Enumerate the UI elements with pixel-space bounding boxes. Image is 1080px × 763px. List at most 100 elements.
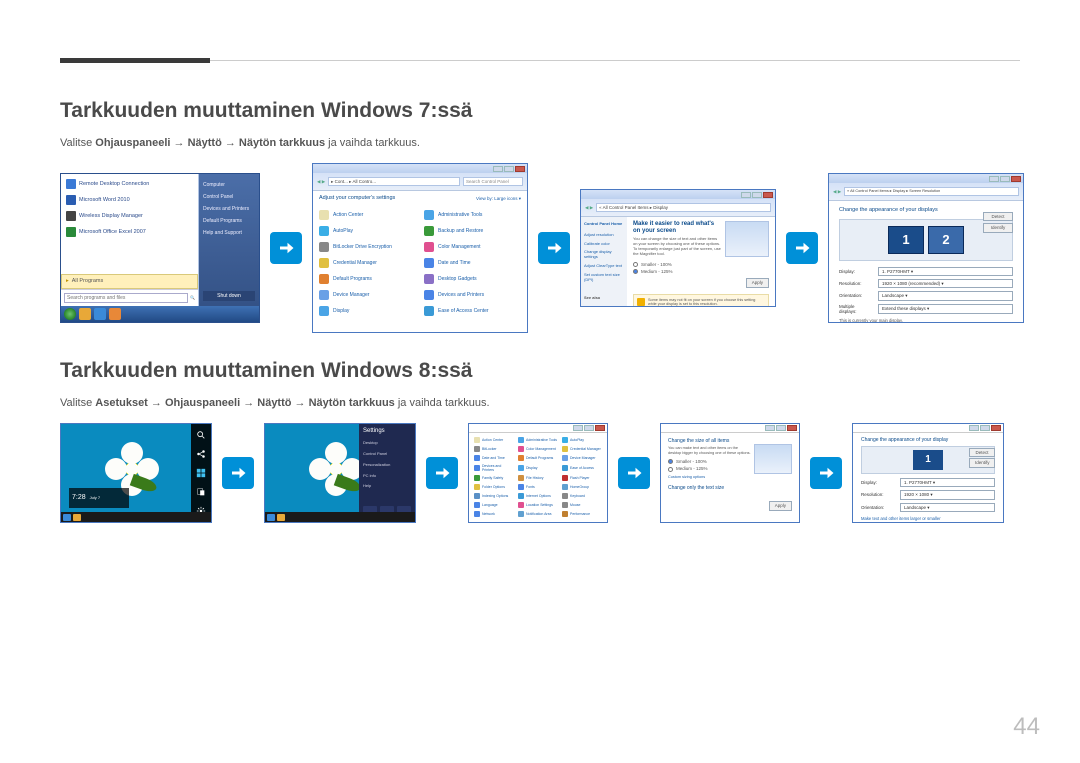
multi-select[interactable]: Extend these displays ▾ bbox=[878, 304, 1013, 313]
taskbar-explorer-icon[interactable] bbox=[79, 308, 91, 320]
cpanel-item[interactable]: Fonts bbox=[518, 483, 558, 491]
cpanel-item[interactable]: Date and Time bbox=[424, 256, 521, 270]
start-orb-icon[interactable] bbox=[64, 308, 76, 320]
cpanel-item[interactable]: Color Management bbox=[424, 240, 521, 254]
cpanel-item[interactable]: Action Center bbox=[319, 208, 416, 222]
close-icon[interactable] bbox=[991, 425, 1001, 431]
cpanel-item[interactable]: File History bbox=[518, 474, 558, 482]
taskbar-ie-icon[interactable] bbox=[94, 308, 106, 320]
detect-button[interactable]: Detect bbox=[969, 448, 995, 457]
start-icon[interactable] bbox=[196, 468, 206, 478]
cpanel-item[interactable]: Default Programs bbox=[518, 454, 558, 462]
cpanel-item[interactable]: AutoPlay bbox=[319, 224, 416, 238]
cpanel-item[interactable]: Ease of Access bbox=[562, 463, 602, 473]
search-box[interactable]: Search Control Panel bbox=[463, 177, 523, 186]
taskbar-ie-icon[interactable] bbox=[267, 514, 275, 521]
start-menu-item[interactable]: Wireless Display Manager bbox=[64, 208, 195, 224]
cpanel-item[interactable]: Family Safety bbox=[474, 474, 514, 482]
start-menu-right-item[interactable]: Devices and Printers bbox=[203, 203, 255, 215]
taskbar-explorer-icon[interactable] bbox=[73, 514, 81, 521]
side-link[interactable]: Personalization bbox=[584, 305, 624, 307]
cpanel-item[interactable]: Ease of Access Center bbox=[424, 304, 521, 318]
start-search-input[interactable] bbox=[64, 293, 188, 303]
cpanel-item[interactable]: Date and Time bbox=[474, 454, 514, 462]
cpanel-item[interactable]: Color Management bbox=[518, 445, 558, 453]
cpanel-item[interactable]: Display bbox=[518, 463, 558, 473]
address-bar[interactable]: ▸ Cont... ▸ All Contro... bbox=[328, 177, 460, 186]
size-option[interactable]: Medium - 125% bbox=[633, 268, 769, 275]
side-link[interactable]: Adjust resolution bbox=[584, 231, 624, 240]
taskbar-explorer-icon[interactable] bbox=[277, 514, 285, 521]
monitor-1[interactable]: 1 bbox=[913, 450, 943, 470]
cpanel-item[interactable]: Internet Options bbox=[518, 492, 558, 500]
taskbar-ie-icon[interactable] bbox=[63, 514, 71, 521]
search-icon[interactable] bbox=[196, 430, 206, 440]
cpanel-item[interactable]: Device Manager bbox=[319, 288, 416, 302]
res-link[interactable]: Make text and other items larger or smal… bbox=[861, 515, 995, 522]
start-menu-right-item[interactable]: Computer bbox=[203, 179, 255, 191]
close-icon[interactable] bbox=[787, 425, 797, 431]
start-menu-right-item[interactable]: Help and Support bbox=[203, 227, 255, 239]
side-link[interactable]: Adjust ClearType text bbox=[584, 262, 624, 271]
cpanel-item[interactable]: Administrative Tools bbox=[518, 436, 558, 444]
cpanel-item[interactable]: Display bbox=[319, 304, 416, 318]
cpanel-item[interactable]: Devices and Printers bbox=[474, 463, 514, 473]
apply-button[interactable]: Apply bbox=[746, 278, 769, 287]
start-shutdown-button[interactable]: Shut down bbox=[203, 291, 255, 301]
start-menu-item[interactable]: Microsoft Office Excel 2007 bbox=[64, 224, 195, 240]
settings-item[interactable]: Personalization bbox=[363, 460, 411, 471]
close-icon[interactable] bbox=[763, 192, 773, 198]
identify-button[interactable]: Identify bbox=[983, 223, 1013, 232]
settings-item[interactable]: Desktop bbox=[363, 438, 411, 449]
cpanel-item[interactable]: Credential Manager bbox=[562, 445, 602, 453]
cpanel-item[interactable]: Credential Manager bbox=[319, 256, 416, 270]
detect-button[interactable]: Detect bbox=[983, 212, 1013, 221]
cpanel-item[interactable]: Keyboard bbox=[562, 492, 602, 500]
start-menu-item[interactable]: Remote Desktop Connection bbox=[64, 176, 195, 192]
apply-button[interactable]: Apply bbox=[769, 501, 792, 510]
orientation-select[interactable]: Landscape ▾ bbox=[900, 503, 995, 512]
res-link[interactable]: What display settings should I choose? bbox=[861, 522, 995, 523]
side-link[interactable]: Set custom text size (DPI) bbox=[584, 271, 624, 285]
cpanel-item[interactable]: Backup and Restore bbox=[424, 224, 521, 238]
cpanel-item[interactable]: Desktop Gadgets bbox=[424, 272, 521, 286]
address-bar[interactable]: « All Control Panel Items ▸ Display ▸ Sc… bbox=[844, 187, 1019, 196]
cpanel-item[interactable]: Flash Player bbox=[562, 474, 602, 482]
share-icon[interactable] bbox=[196, 449, 206, 459]
taskbar-wmp-icon[interactable] bbox=[109, 308, 121, 320]
close-icon[interactable] bbox=[595, 425, 605, 431]
start-menu-right-item[interactable]: Control Panel bbox=[203, 191, 255, 203]
cpanel-item[interactable]: Indexing Options bbox=[474, 492, 514, 500]
resolution-select[interactable]: 1920 × 1080 (recommended) ▾ bbox=[878, 279, 1013, 288]
cpanel-item[interactable]: Mouse bbox=[562, 501, 602, 509]
cpanel-item[interactable]: Performance bbox=[562, 510, 602, 518]
settings-item[interactable]: Control Panel bbox=[363, 449, 411, 460]
cpanel-item[interactable]: BitLocker Drive Encryption bbox=[319, 240, 416, 254]
devices-icon[interactable] bbox=[196, 487, 206, 497]
display-select[interactable]: 1. P2770HMT ▾ bbox=[878, 267, 1013, 276]
start-menu-right-item[interactable]: Default Programs bbox=[203, 215, 255, 227]
cpanel-item[interactable]: HomeGroup bbox=[562, 483, 602, 491]
cpanel-item[interactable]: Folder Options bbox=[474, 483, 514, 491]
cpanel-item[interactable]: Default Programs bbox=[319, 272, 416, 286]
cpanel-item[interactable]: AutoPlay bbox=[562, 436, 602, 444]
address-bar[interactable]: « All Control Panel Items ▸ Display bbox=[596, 203, 771, 212]
cpanel-item[interactable]: Action Center bbox=[474, 436, 514, 444]
cpanel-item[interactable]: Location Settings bbox=[518, 501, 558, 509]
monitor-1[interactable]: 1 bbox=[888, 226, 924, 254]
size-option[interactable]: Smaller - 100% bbox=[633, 261, 769, 268]
identify-button[interactable]: Identify bbox=[969, 458, 995, 467]
resolution-select[interactable]: 1920 × 1080 ▾ bbox=[900, 490, 995, 499]
cpanel-item[interactable]: Device Manager bbox=[562, 454, 602, 462]
monitor-2[interactable]: 2 bbox=[928, 226, 964, 254]
settings-item[interactable]: PC info bbox=[363, 471, 411, 482]
size-option[interactable]: Smaller - 100% bbox=[668, 458, 751, 465]
size-option[interactable]: Medium - 125% bbox=[668, 465, 751, 472]
view-by-dropdown[interactable]: View by: Large icons ▾ bbox=[476, 196, 521, 201]
display-select[interactable]: 1. P2770HMT ▾ bbox=[900, 478, 995, 487]
cpanel-item[interactable]: Language bbox=[474, 501, 514, 509]
cpanel-item[interactable]: BitLocker bbox=[474, 445, 514, 453]
start-all-programs[interactable]: ▸ All Programs bbox=[61, 274, 198, 289]
side-link[interactable]: Calibrate color bbox=[584, 240, 624, 249]
cpanel-item[interactable]: Devices and Printers bbox=[424, 288, 521, 302]
